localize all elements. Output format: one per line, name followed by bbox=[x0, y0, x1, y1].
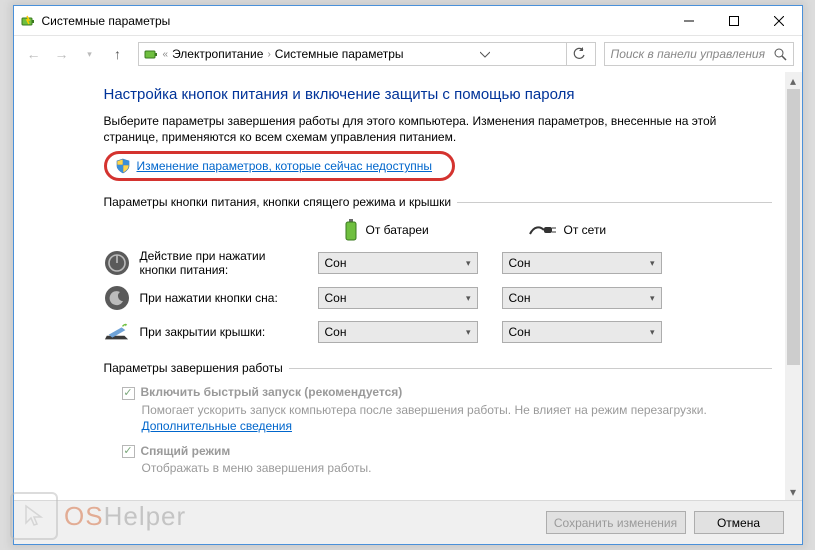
breadcrumb-item[interactable]: Электропитание bbox=[172, 47, 263, 61]
chevron-down-icon: ▾ bbox=[466, 327, 471, 338]
combo-value: Сон bbox=[325, 325, 347, 339]
col-battery-label: От батареи bbox=[366, 223, 429, 237]
search-placeholder: Поиск в панели управления bbox=[611, 47, 766, 61]
back-button[interactable]: ← bbox=[22, 42, 46, 66]
sleep-mode-label: Спящий режим bbox=[141, 444, 231, 458]
combo-value: Сон bbox=[325, 256, 347, 270]
window-title: Системные параметры bbox=[42, 14, 667, 28]
power-options-icon bbox=[20, 13, 36, 29]
col-ac-label: От сети bbox=[564, 223, 607, 237]
sleep-mode-checkbox: ✓ bbox=[122, 445, 135, 458]
lid-icon bbox=[104, 319, 130, 345]
combo-value: Сон bbox=[509, 325, 531, 339]
intro-text: Выберите параметры завершения работы для… bbox=[104, 113, 772, 145]
shield-icon bbox=[115, 158, 131, 174]
row-lid-label: При закрытии крышки: bbox=[140, 325, 266, 339]
plug-icon bbox=[528, 222, 556, 238]
power-ac-combo[interactable]: Сон ▾ bbox=[502, 252, 662, 274]
maximize-button[interactable] bbox=[712, 6, 757, 35]
page-title: Настройка кнопок питания и включение защ… bbox=[104, 86, 772, 103]
scrollbar[interactable]: ▴ ▾ bbox=[785, 72, 802, 500]
sleep-button-icon bbox=[104, 285, 130, 311]
sleep-ac-combo[interactable]: Сон ▾ bbox=[502, 287, 662, 309]
power-icon bbox=[143, 46, 159, 62]
cancel-button[interactable]: Отмена bbox=[694, 511, 784, 534]
fast-startup-desc: Помогает ускорить запуск компьютера посл… bbox=[142, 403, 707, 417]
window: Системные параметры ← → ▾ ↑ « bbox=[13, 5, 803, 545]
more-info-link[interactable]: Дополнительные сведения bbox=[142, 419, 292, 433]
combo-value: Сон bbox=[509, 256, 531, 270]
chevron-down-icon: ▾ bbox=[466, 258, 471, 269]
minimize-button[interactable] bbox=[667, 6, 712, 35]
power-button-icon bbox=[104, 250, 130, 276]
group-title: Параметры кнопки питания, кнопки спящего… bbox=[104, 195, 452, 209]
save-button: Сохранить изменения bbox=[546, 511, 686, 534]
chevron-icon: « bbox=[163, 49, 169, 60]
search-icon bbox=[774, 48, 787, 61]
highlight-circle: Изменение параметров, которые сейчас нед… bbox=[104, 151, 456, 181]
sleep-mode-desc: Отображать в меню завершения работы. bbox=[142, 460, 772, 476]
lid-ac-combo[interactable]: Сон ▾ bbox=[502, 321, 662, 343]
lid-battery-combo[interactable]: Сон ▾ bbox=[318, 321, 478, 343]
chevron-down-icon: ▾ bbox=[650, 327, 655, 338]
scroll-down-icon[interactable]: ▾ bbox=[785, 483, 802, 500]
breadcrumb-item[interactable]: Системные параметры bbox=[275, 47, 404, 61]
chevron-down-icon: ▾ bbox=[650, 258, 655, 269]
chevron-icon: › bbox=[267, 49, 270, 60]
forward-button[interactable]: → bbox=[50, 42, 74, 66]
navbar: ← → ▾ ↑ « Электропитание › Системные пар… bbox=[14, 36, 802, 72]
chevron-down-icon: ▾ bbox=[650, 293, 655, 304]
group-title: Параметры завершения работы bbox=[104, 361, 283, 375]
sleep-battery-combo[interactable]: Сон ▾ bbox=[318, 287, 478, 309]
fast-startup-checkbox: ✓ bbox=[122, 387, 135, 400]
row-sleep-label: При нажатии кнопки сна: bbox=[140, 291, 278, 305]
address-bar[interactable]: « Электропитание › Системные параметры bbox=[138, 42, 596, 66]
power-battery-combo[interactable]: Сон ▾ bbox=[318, 252, 478, 274]
battery-icon bbox=[344, 219, 358, 241]
refresh-button[interactable] bbox=[566, 43, 590, 65]
combo-value: Сон bbox=[509, 291, 531, 305]
titlebar: Системные параметры bbox=[14, 6, 802, 36]
fast-startup-label: Включить быстрый запуск (рекомендуется) bbox=[141, 385, 403, 399]
up-button[interactable]: ↑ bbox=[106, 42, 130, 66]
close-button[interactable] bbox=[757, 6, 802, 35]
recent-dropdown[interactable]: ▾ bbox=[78, 42, 102, 66]
chevron-down-icon: ▾ bbox=[466, 293, 471, 304]
footer: Сохранить изменения Отмена bbox=[14, 500, 802, 544]
scroll-thumb[interactable] bbox=[787, 89, 800, 365]
scroll-up-icon[interactable]: ▴ bbox=[785, 72, 802, 89]
row-power-label: Действие при нажатии кнопки питания: bbox=[140, 249, 294, 277]
search-input[interactable]: Поиск в панели управления bbox=[604, 42, 794, 66]
combo-value: Сон bbox=[325, 291, 347, 305]
refresh-dropdown[interactable] bbox=[473, 43, 497, 65]
content-area: Настройка кнопок питания и включение защ… bbox=[14, 72, 802, 500]
change-unavailable-link[interactable]: Изменение параметров, которые сейчас нед… bbox=[137, 159, 433, 173]
